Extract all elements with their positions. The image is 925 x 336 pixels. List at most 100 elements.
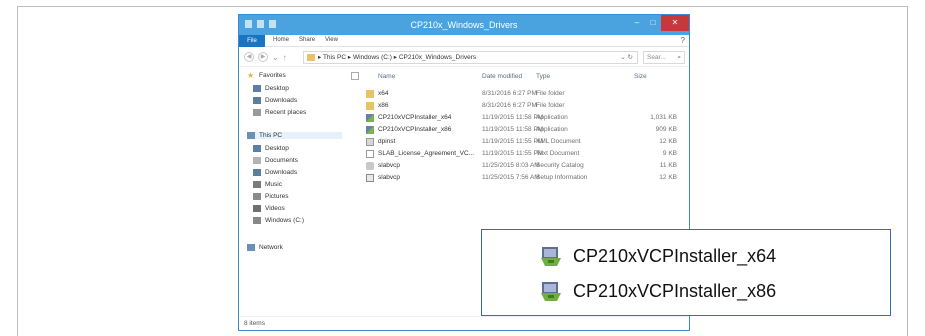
xml-icon [366,138,374,146]
file-row[interactable]: SLAB_License_Agreement_VC... 11/19/2015 … [344,148,689,160]
folder-icon [307,54,315,61]
file-name: CP210xVCPInstaller_x86 [378,126,452,133]
select-all-checkbox[interactable] [351,72,359,80]
file-date: 11/19/2015 11:58 PM [482,114,544,121]
setup-icon [366,174,374,182]
tab-view[interactable]: View [325,37,338,43]
videos-icon [253,205,261,212]
nav-label: Videos [265,205,285,212]
nav-network[interactable]: Network [247,244,283,251]
file-name: slabvcp [378,174,401,181]
network-icon [247,244,255,251]
computer-icon [247,132,255,139]
help-icon[interactable]: ? [681,36,685,45]
nav-label: Pictures [265,193,289,200]
file-name: dpinst [378,138,396,145]
installer-icon [541,282,561,301]
nav-item-downloads[interactable]: Downloads [253,97,297,104]
status-bar: 8 items [239,316,689,330]
file-name: SLAB_License_Agreement_VC... [378,150,475,157]
file-name: x86 [378,102,389,109]
column-header-date[interactable]: Date modified [482,73,522,80]
callout-item: CP210xVCPInstaller_x64 [539,244,776,268]
nav-label: Network [259,244,283,251]
nav-this-pc[interactable]: This PC [247,132,342,139]
close-button[interactable]: ✕ [661,15,689,31]
nav-label: Desktop [265,145,289,152]
file-type: File folder [536,90,565,97]
nav-item-recent-places[interactable]: Recent places [253,109,306,116]
nav-label: Music [265,181,282,188]
nav-label: Recent places [265,109,307,116]
file-type: Setup Information [536,174,588,181]
nav-item-music[interactable]: Music [253,181,282,188]
recent-locations-icon[interactable]: ⌄ [272,53,279,62]
file-size: 12 KB [659,138,677,145]
refresh-icon[interactable]: ⌄ ↻ [620,52,633,63]
file-date: 11/19/2015 11:55 PM [482,150,544,157]
breadcrumb: ▸ This PC ▸ Windows (C:) ▸ CP210x_Window… [318,54,477,61]
file-name: CP210xVCPInstaller_x64 [378,114,452,121]
nav-item-videos[interactable]: Videos [253,205,285,212]
navigation-pane: ★ Favorites Desktop Downloads Recent pla… [239,68,344,318]
file-row[interactable]: slabvcp 11/25/2015 8:03 AM Security Cata… [344,160,689,172]
nav-item-desktop[interactable]: Desktop [253,145,289,152]
search-input[interactable]: Sear... ⌕ [643,51,685,64]
file-date: 8/31/2016 6:27 PM [482,102,537,109]
file-row[interactable]: CP210xVCPInstaller_x64 11/19/2015 11:58 … [344,112,689,124]
forward-button[interactable]: ▶ [258,52,268,62]
catalog-icon [366,162,374,170]
tab-home[interactable]: Home [273,37,289,43]
nav-item-documents[interactable]: Documents [253,157,298,164]
file-type: Application [536,126,568,133]
file-type: File folder [536,102,565,109]
folder-icon [366,102,374,110]
tab-file[interactable]: File [239,35,265,47]
file-row[interactable]: CP210xVCPInstaller_x86 11/19/2015 11:58 … [344,124,689,136]
file-size: 12 KB [659,174,677,181]
nav-item-desktop[interactable]: Desktop [253,85,289,92]
column-header-type[interactable]: Type [536,73,550,80]
star-icon: ★ [247,71,255,80]
desktop-icon [253,145,261,152]
file-type: Application [536,114,568,121]
file-row[interactable]: slabvcp 11/25/2015 7:56 AM Setup Informa… [344,172,689,184]
nav-favorites[interactable]: ★ Favorites [247,71,286,80]
downloads-icon [253,97,261,104]
pictures-icon [253,193,261,200]
column-header-name[interactable]: Name [378,73,395,80]
nav-item-windows-c[interactable]: Windows (C:) [253,217,304,224]
nav-label: Desktop [265,85,289,92]
file-type: XML Document [536,138,581,145]
nav-label: Downloads [265,97,298,104]
file-date: 11/19/2015 11:58 PM [482,126,544,133]
column-header-size[interactable]: Size [634,73,647,80]
callout-item: CP210xVCPInstaller_x86 [539,279,776,303]
installer-icon [366,126,374,134]
file-type: Security Catalog [536,162,584,169]
file-row[interactable]: x64 8/31/2016 6:27 PM File folder [344,88,689,100]
tab-share[interactable]: Share [299,37,315,43]
file-date: 11/19/2015 11:55 PM [482,138,544,145]
file-row[interactable]: dpinst 11/19/2015 11:55 PM XML Document … [344,136,689,148]
file-date: 11/25/2015 8:03 AM [482,162,540,169]
file-size: 909 KB [655,126,677,133]
file-size: 1,031 KB [650,114,677,121]
nav-item-downloads[interactable]: Downloads [253,169,297,176]
file-size: 11 KB [659,162,677,169]
minimize-button[interactable]: – [629,15,645,31]
up-button[interactable]: ↑ [283,53,287,62]
maximize-button[interactable]: □ [645,15,661,31]
text-icon [366,150,374,158]
address-input[interactable]: ▸ This PC ▸ Windows (C:) ▸ CP210x_Window… [303,51,638,64]
file-date: 11/25/2015 7:56 AM [482,174,540,181]
downloads-icon [253,169,261,176]
file-row[interactable]: x86 8/31/2016 6:27 PM File folder [344,100,689,112]
nav-label: Documents [265,157,298,164]
zoom-callout: CP210xVCPInstaller_x64 CP210xVCPInstalle… [481,229,891,316]
file-size: 9 KB [662,150,677,157]
nav-item-pictures[interactable]: Pictures [253,193,288,200]
desktop-icon [253,85,261,92]
title-bar[interactable]: CP210x_Windows_Drivers – □ ✕ [239,15,689,35]
back-button[interactable]: ◀ [244,52,254,62]
